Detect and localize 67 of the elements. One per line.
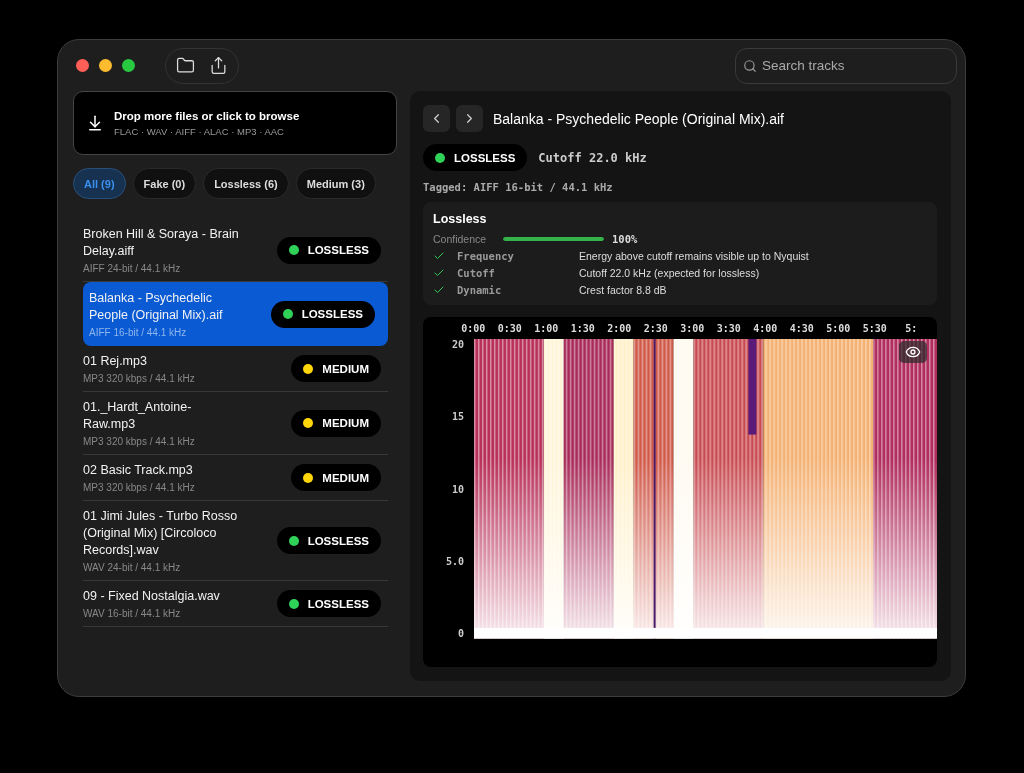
frequency-tick: 5.0: [445, 555, 464, 567]
filter-pill[interactable]: Medium (3): [295, 168, 376, 199]
track-name: 02 Basic Track.mp3: [83, 462, 194, 479]
check-detail: Energy above cutoff remains visible up to Nyquist: [579, 250, 810, 262]
format-list: FLAC · WAV · AIFF · ALAC · MP3 · AAC: [114, 125, 300, 137]
track-format: AIFF 16-bit / 44.1 kHz: [89, 327, 188, 338]
verdict-badge: LOSSLESS: [270, 300, 375, 328]
frequency-tick: 0: [457, 628, 464, 639]
time-tick: 2:00: [606, 323, 633, 336]
track-row[interactable]: 01 Rej.mp3 MP3 320 kbps / 44.1 kHz MEDIUM: [83, 346, 388, 392]
time-tick: 0:00: [460, 323, 487, 336]
check-detail: Cutoff 22.0 kHz (expected for lossless): [579, 267, 761, 279]
track-format: WAV 16-bit / 44.1 kHz: [83, 608, 182, 619]
track-format: MP3 320 kbps / 44.1 kHz: [83, 436, 196, 447]
frequency-tick: 20: [451, 339, 464, 350]
track-name: 01 Rej.mp3: [83, 353, 148, 370]
time-tick: 4:30: [788, 323, 815, 336]
frequency-tick: 15: [451, 411, 464, 423]
cutoff-text: Cutoff 22.0 kHz: [538, 150, 647, 165]
track-name: Balanka - Psychedelic People (Original Mix).aif: [89, 290, 224, 324]
filter-pill[interactable]: Fake (0): [132, 168, 197, 199]
time-tick: 3:30: [715, 323, 742, 336]
track-format: MP3 320 kbps / 44.1 kHz: [83, 373, 196, 384]
search-field[interactable]: Search tracks: [735, 47, 957, 84]
filter-pill[interactable]: All (9): [73, 168, 126, 199]
verdict-badge: LOSSLESS: [276, 236, 381, 264]
track-format: MP3 320 kbps / 44.1 kHz: [83, 482, 196, 493]
time-tick: 5:00: [825, 323, 852, 336]
card-title: Lossless: [433, 212, 488, 226]
check-name: Frequency: [457, 250, 515, 262]
confidence-value: 100%: [612, 233, 638, 245]
verdict-badge: MEDIUM: [291, 355, 381, 382]
track-name: 09 - Fixed Nostalgia.wav: [83, 588, 221, 605]
check-name: Cutoff: [457, 267, 496, 279]
track-row[interactable]: 01 Jimi Jules - Turbo Rosso (Original Mix) [Circoloco Records].wav WAV 24-bit / 44.1 kHz LOSSLESS: [83, 501, 388, 581]
track-format: AIFF 24-bit / 44.1 kHz: [83, 263, 182, 274]
track-name: 01._Hardt_Antoine-Raw.mp3: [83, 399, 193, 433]
track-name: Broken Hill & Soraya - Brain Delay.aiff: [83, 226, 240, 260]
track-format: WAV 24-bit / 44.1 kHz: [83, 562, 182, 573]
track-row[interactable]: 09 - Fixed Nostalgia.wav WAV 16-bit / 44.1 kHz LOSSLESS: [83, 581, 388, 627]
verdict-badge: LOSSLESS: [276, 527, 381, 554]
time-tick: 2:30: [642, 323, 669, 336]
verdict-badge: LOSSLESS: [423, 144, 528, 171]
track-row[interactable]: 01._Hardt_Antoine-Raw.mp3 MP3 320 kbps / 44.1 kHz MEDIUM: [83, 392, 388, 455]
time-tick: 0:30: [496, 323, 523, 336]
check-detail: Crest factor 8.8 dB: [579, 284, 668, 296]
verdict-badge: LOSSLESS: [276, 590, 381, 617]
time-tick: 3:00: [679, 323, 706, 336]
confidence-label: Confidence: [433, 233, 488, 245]
time-tick: 5:: [904, 323, 919, 336]
track-row[interactable]: Balanka - Psychedelic People (Original Mix).aif AIFF 16-bit / 44.1 kHz LOSSLESS: [83, 282, 388, 346]
time-tick: 5:30: [861, 323, 888, 336]
frequency-tick: 10: [451, 483, 464, 495]
tagged-format: Tagged: AIFF 16-bit / 44.1 kHz: [423, 181, 614, 193]
filter-pill[interactable]: Lossless (6): [203, 168, 289, 199]
verdict-badge: MEDIUM: [291, 409, 381, 437]
drop-title: Drop more files or click to browse: [114, 109, 300, 122]
verdict-badge: MEDIUM: [291, 464, 381, 491]
track-title: Balanka - Psychedelic People (Original Mix).aif: [493, 110, 784, 127]
track-row[interactable]: 02 Basic Track.mp3 MP3 320 kbps / 44.1 kHz MEDIUM: [83, 455, 388, 501]
time-tick: 1:00: [533, 323, 560, 336]
track-row[interactable]: Broken Hill & Soraya - Brain Delay.aiff AIFF 24-bit / 44.1 kHz LOSSLESS: [83, 219, 388, 282]
time-tick: 4:00: [752, 323, 779, 336]
check-name: Dynamic: [457, 284, 503, 296]
drop-zone[interactable]: Drop more files or click to browse FLAC · WAV · AIFF · ALAC · MP3 · AAC: [73, 91, 397, 155]
track-name: 01 Jimi Jules - Turbo Rosso (Original Mix) [Circoloco Records].wav: [83, 508, 239, 559]
time-tick: 1:30: [569, 323, 596, 336]
